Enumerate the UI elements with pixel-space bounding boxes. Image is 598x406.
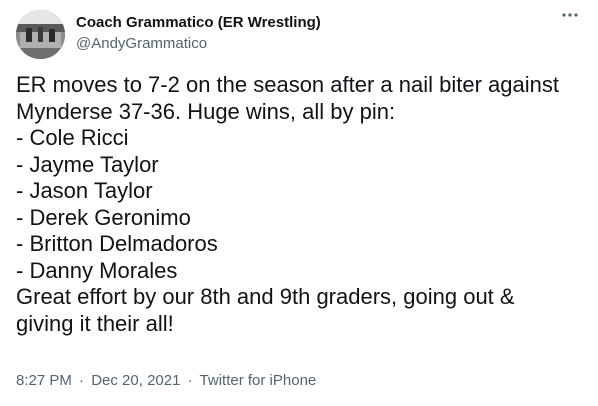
tweet-date[interactable]: Dec 20, 2021 bbox=[91, 372, 180, 389]
tweet-text: ER moves to 7-2 on the season after a na… bbox=[16, 72, 588, 337]
tweet-metadata: 8:27 PM · Dec 20, 2021 · Twitter for iPh… bbox=[16, 372, 316, 390]
tweet-text-line: - Cole Ricci bbox=[16, 125, 129, 150]
tweet-text-line: - Danny Morales bbox=[16, 257, 178, 283]
more-options-button[interactable] bbox=[556, 8, 584, 32]
tweet-time[interactable]: 8:27 PM bbox=[16, 372, 72, 389]
avatar-photo bbox=[16, 10, 65, 59]
display-name[interactable]: Coach Grammatico (ER Wrestling) bbox=[76, 14, 321, 32]
tweet-text-line: - Derek Geronimo bbox=[16, 204, 191, 230]
tweet-card: Coach Grammatico (ER Wrestling) @AndyGra… bbox=[0, 0, 598, 406]
tweet-text-line: giving it their all! bbox=[16, 310, 174, 336]
user-handle[interactable]: @AndyGrammatico bbox=[76, 35, 207, 53]
tweet-text-line: Mynderse 37-36. Huge wins, all by pin: bbox=[16, 98, 396, 124]
meta-separator: · bbox=[79, 372, 85, 389]
avatar[interactable] bbox=[16, 10, 65, 59]
tweet-source[interactable]: Twitter for iPhone bbox=[200, 372, 317, 389]
tweet-text-line: Great effort by our 8th and 9th graders,… bbox=[16, 284, 515, 309]
tweet-text-line: ER moves to 7-2 on the season after a na… bbox=[16, 72, 559, 97]
tweet-text-line: - Jayme Taylor bbox=[16, 151, 159, 177]
tweet-text-line: - Britton Delmadoros bbox=[16, 231, 218, 256]
tweet-text-line: - Jason Taylor bbox=[16, 178, 153, 203]
meta-separator: · bbox=[187, 372, 193, 389]
more-horizontal-icon bbox=[556, 12, 584, 18]
